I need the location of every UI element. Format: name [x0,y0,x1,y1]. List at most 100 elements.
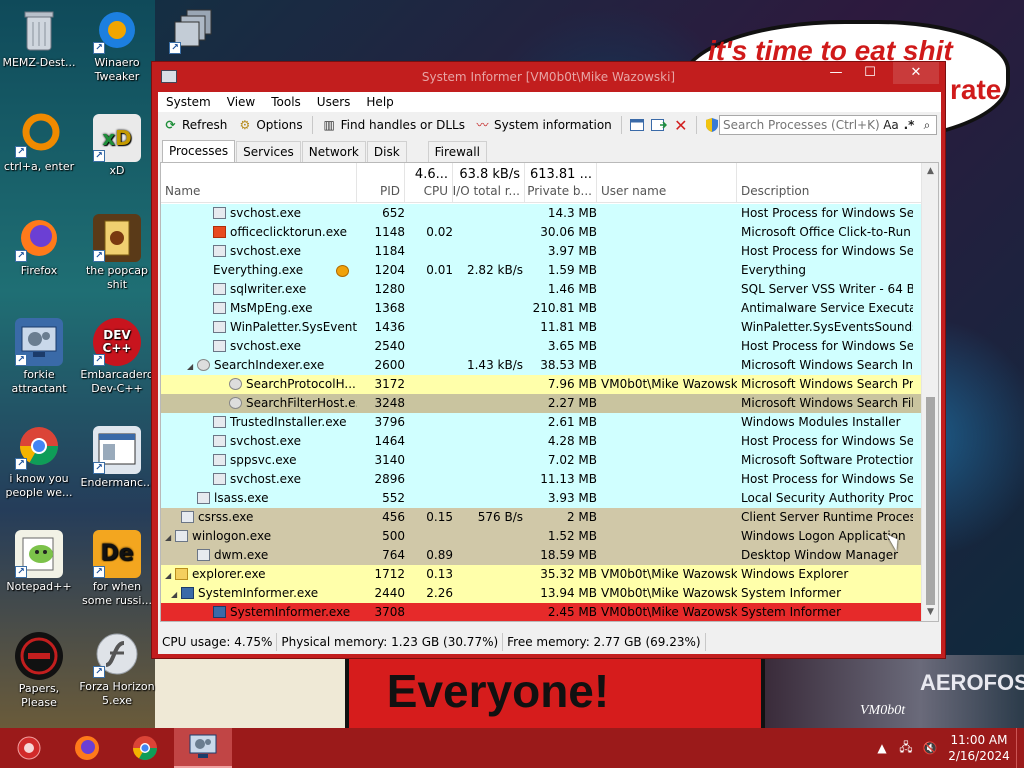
desktop-icon-endermanch[interactable]: ↗ Endermanc... [78,426,156,490]
desktop-icon-memz[interactable]: MEMZ-Dest... [0,6,78,70]
desktop-icon-de[interactable]: De ↗ for when some russi... [78,530,156,608]
process-list: Name PID 4.6... CPU 63.8 kB/s I/O total … [160,162,939,622]
tab-spacer [408,140,428,162]
tab-firewall[interactable]: Firewall [427,141,487,162]
expand-toggle-icon[interactable]: ◢ [165,571,175,580]
process-row[interactable]: lsass.exe 552 3.93 MB Local Security Author… [161,489,923,508]
desktop-icon-devcpp[interactable]: DEV C++ ↗ Embarcadero Dev-C++ [78,318,156,396]
taskbar-system-informer[interactable] [174,728,232,768]
column-header-pid[interactable]: PID [357,163,405,203]
terminate-icon[interactable]: ✕ [670,114,692,136]
expand-toggle-icon[interactable]: ◢ [171,590,181,599]
process-private-bytes: 2.61 MB [547,415,597,429]
desktop-icon-xd[interactable]: xD ↗ xD [78,114,156,178]
window-icon[interactable] [626,114,648,136]
process-row[interactable]: TrustedInstaller.exe 3796 2.61 MB Windows M… [161,413,923,432]
scroll-up-icon[interactable]: ▲ [922,163,938,180]
desktop-icon-chrome[interactable]: ↗ i know you people we... [0,422,78,500]
process-row[interactable]: SearchFilterHost.e... 3248 2.27 MB Microsof… [161,394,923,413]
process-row[interactable]: svchost.exe 2540 3.65 MB Host Process for W… [161,337,923,356]
taskbar-chrome[interactable] [116,728,174,768]
volume-muted-icon[interactable]: 🔇 [918,741,942,755]
process-row[interactable]: WinPaletter.SysEvent... 1436 11.81 MB WinPa… [161,318,923,337]
clock[interactable]: 11:00 AM 2/16/2024 [942,732,1016,764]
process-description: Host Process for Windows Ser... [741,434,913,448]
window-arrow-icon[interactable] [648,114,670,136]
column-total: 63.8 kB/s [459,167,520,182]
vertical-scrollbar[interactable]: ▲ ▼ [921,163,938,621]
process-row[interactable]: SystemInformer.exe 3708 2.45 MB VM0b0t\Mike… [161,603,923,621]
process-row[interactable]: sppsvc.exe 3140 7.02 MB Microsoft Software … [161,451,923,470]
menu-help[interactable]: Help [358,92,401,112]
expand-toggle-icon[interactable]: ◢ [165,533,175,542]
show-desktop-button[interactable] [1016,728,1024,768]
desktop-icon-label: Papers, Please [18,682,60,709]
menu-users[interactable]: Users [309,92,359,112]
desktop-icon-popcap[interactable]: ↗ the popcap shit [78,214,156,292]
case-sensitive-button[interactable]: Aa [882,118,900,132]
column-header-name[interactable]: Name [161,163,357,203]
firefox-icon: ↗ [15,214,63,262]
options-button[interactable]: ⚙ Options [232,114,307,136]
process-row[interactable]: ◢ explorer.exe 1712 0.13 35.32 MB VM0b0t\Mike… [161,565,923,584]
scroll-down-icon[interactable]: ▼ [922,604,938,621]
process-private-bytes: 11.13 MB [540,472,597,486]
column-header-user-name[interactable]: User name [597,163,737,203]
scroll-thumb[interactable] [926,397,935,605]
process-row[interactable]: MsMpEng.exe 1368 210.81 MB Antimalware Serv… [161,299,923,318]
search-input[interactable] [720,118,882,132]
process-row[interactable]: ◢ SearchIndexer.exe 2600 1.43 kB/s 38.53 MB M… [161,356,923,375]
taskbar-firefox[interactable] [58,728,116,768]
desktop-icon-firefox[interactable]: ↗ Firefox [0,214,78,278]
process-cpu: 2.26 [426,586,453,600]
desktop-icon-forza[interactable]: ↗ Forza Horizon 5.exe [78,630,156,708]
start-button[interactable] [0,728,58,768]
process-window-icon [213,302,226,314]
window-titlebar[interactable]: System Informer [VM0b0t\Mike Wazowski] —… [152,62,945,92]
process-row[interactable]: svchost.exe 2896 11.13 MB Host Process for … [161,470,923,489]
process-row[interactable]: svchost.exe 1184 3.97 MB Host Process for W… [161,242,923,261]
menu-view[interactable]: View [219,92,263,112]
tab-processes[interactable]: Processes [162,140,236,162]
menu-system[interactable]: System [158,92,219,112]
network-icon[interactable]: 🖧 [894,738,918,759]
process-row[interactable]: ◢ winlogon.exe 500 1.52 MB Windows Logon App… [161,527,923,546]
process-name: SystemInformer.exe [230,605,351,619]
process-row[interactable]: officeclicktorun.exe 1148 0.02 30.06 MB Micr… [161,223,923,242]
process-row[interactable]: dwm.exe 764 0.89 18.59 MB Desktop Window Man… [161,546,923,565]
process-row[interactable]: Everything.exe 1204 0.01 2.82 kB/s 1.59 MB Ev… [161,261,923,280]
system-information-button[interactable]: 〰 System information [470,114,617,136]
refresh-button[interactable]: ⟳ Refresh [158,114,232,136]
desktop-icon-papers-please[interactable]: Papers, Please [0,632,78,710]
tab-network[interactable]: Network [301,141,366,162]
close-button[interactable]: ✕ [893,62,939,84]
process-row[interactable]: svchost.exe 652 14.3 MB Host Process for Wi… [161,204,923,223]
process-row[interactable]: svchost.exe 1464 4.28 MB Host Process for W… [161,432,923,451]
process-row[interactable]: csrss.exe 456 0.15 576 B/s 2 MB Client Server… [161,508,923,527]
search-icon[interactable]: ⌕ [918,118,936,133]
tray-overflow-icon[interactable]: ▲ [870,741,894,755]
status-physical-memory: Physical memory: 1.23 GB (30.77%) [277,633,504,651]
process-row[interactable]: ◢ SystemInformer.exe 2440 2.26 13.94 MB VM0b0… [161,584,923,603]
maximize-button[interactable]: ☐ [853,62,887,84]
minimize-button[interactable]: — [819,62,853,84]
column-header-private-bytes[interactable]: 613.81 ... Private b... [525,163,597,203]
expand-toggle-icon[interactable]: ◢ [187,362,197,371]
column-header-description[interactable]: Description [737,163,923,203]
column-header-io[interactable]: 63.8 kB/s I/O total r... [453,163,525,203]
process-row[interactable]: sqlwriter.exe 1280 1.46 MB SQL Server VSS W… [161,280,923,299]
tab-disk[interactable]: Disk [366,141,407,162]
desktop-icon-stacked-windows[interactable]: ↗ [154,6,232,56]
desktop-icon-ctrl-a-enter[interactable]: ↗ ctrl+a, enter [0,110,78,174]
regex-button[interactable]: .* [900,118,918,132]
process-private-bytes: 2 MB [566,510,597,524]
desktop-icon-forkie[interactable]: ↗ forkie attractant [0,318,78,396]
column-header-cpu[interactable]: 4.6... CPU [405,163,453,203]
tab-services[interactable]: Services [236,141,301,162]
papers-please-icon [15,632,63,680]
desktop-icon-winaero[interactable]: ↗ Winaero Tweaker [78,6,156,84]
desktop-icon-notepadpp[interactable]: ↗ Notepad++ [0,530,78,594]
process-row[interactable]: SearchProtocolH... 3172 7.96 MB VM0b0t\Mike… [161,375,923,394]
find-handles-button[interactable]: ▥ Find handles or DLLs [317,114,470,136]
menu-tools[interactable]: Tools [263,92,309,112]
